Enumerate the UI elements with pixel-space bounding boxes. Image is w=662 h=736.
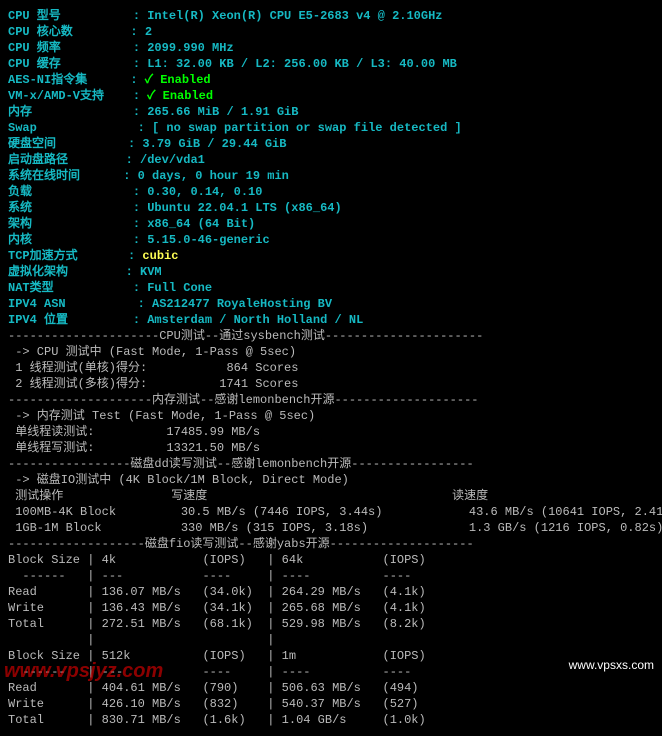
fio-total-512k: Total | 830.71 MB/s (1.6k) | 1.04 GB/s (… (8, 712, 654, 728)
label: 启动盘路径 (8, 153, 126, 167)
label: IPV4 位置 (8, 313, 133, 327)
label: IPV4 ASN (8, 297, 138, 311)
dd-row-1gb: 1GB-1M Block 330 MB/s (315 IOPS, 3.18s) … (8, 520, 654, 536)
value: 2 (145, 25, 152, 39)
label: NAT类型 (8, 281, 133, 295)
label: 架构 (8, 217, 133, 231)
label: CPU 核心数 (8, 25, 130, 39)
value: 2099.990 MHz (147, 41, 233, 55)
label: 虚拟化架构 (8, 265, 126, 279)
value: 5.15.0-46-generic (147, 233, 269, 247)
label: 内存 (8, 105, 133, 119)
value: 0 days, 0 hour 19 min (138, 169, 289, 183)
section-header-mem: --------------------内存测试--感谢lemonbench开源… (8, 392, 654, 408)
label: 硬盘空间 (8, 137, 128, 151)
mem-write: 单线程写测试: 13321.50 MB/s (8, 440, 654, 456)
fio-write-4k: Write | 136.43 MB/s (34.1k) | 265.68 MB/… (8, 600, 654, 616)
cpu-multi-thread: 2 线程测试(多核)得分: 1741 Scores (8, 376, 654, 392)
value: x86_64 (64 Bit) (147, 217, 255, 231)
label: 系统在线时间 (8, 169, 123, 183)
fio-header-4k: Block Size | 4k (IOPS) | 64k (IOPS) (8, 552, 654, 568)
mem-test-mode: -> 内存测试 Test (Fast Mode, 1-Pass @ 5sec) (8, 408, 654, 424)
value: ✓ Enabled (147, 89, 213, 103)
dd-header: 测试操作 写速度 读速度 (8, 488, 654, 504)
value: AS212477 RoyaleHosting BV (152, 297, 332, 311)
label: TCP加速方式 (8, 249, 128, 263)
value: Intel(R) Xeon(R) CPU E5-2683 v4 @ 2.10GH… (147, 9, 442, 23)
value: [ no swap partition or swap file detecte… (152, 121, 462, 135)
section-header-cpu: ---------------------CPU测试--通过sysbench测试… (8, 328, 654, 344)
cpu-test-mode: -> CPU 测试中 (Fast Mode, 1-Pass @ 5sec) (8, 344, 654, 360)
value: L1: 32.00 KB / L2: 256.00 KB / L3: 40.00… (147, 57, 457, 71)
watermark-right: www.vpsxs.com (569, 657, 654, 673)
value: 265.66 MiB / 1.91 GiB (147, 105, 298, 119)
fio-read-4k: Read | 136.07 MB/s (34.0k) | 264.29 MB/s… (8, 584, 654, 600)
value: Amsterdam / North Holland / NL (147, 313, 363, 327)
label: CPU 频率 (8, 41, 133, 55)
section-header-dd: -----------------磁盘dd读写测试--感谢lemonbench开… (8, 456, 654, 472)
label: 内核 (8, 233, 133, 247)
fio-divider: ------ | --- ---- | ---- ---- (8, 568, 654, 584)
value: Ubuntu 22.04.1 LTS (x86_64) (147, 201, 341, 215)
value: KVM (140, 265, 162, 279)
fio-read-512k: Read | 404.61 MB/s (790) | 506.63 MB/s (… (8, 680, 654, 696)
fio-blank: | | (8, 632, 654, 648)
value: 3.79 GiB / 29.44 GiB (142, 137, 286, 151)
fio-write-512k: Write | 426.10 MB/s (832) | 540.37 MB/s … (8, 696, 654, 712)
value: Full Cone (147, 281, 212, 295)
cpu-single-thread: 1 线程测试(单核)得分: 864 Scores (8, 360, 654, 376)
label: VM-x/AMD-V支持 (8, 89, 133, 103)
label: CPU 型号 (8, 9, 133, 23)
label: 系统 (8, 201, 133, 215)
label: CPU 缓存 (8, 57, 133, 71)
label: 负载 (8, 185, 133, 199)
value: ✓ Enabled (145, 73, 211, 87)
mem-read: 单线程读测试: 17485.99 MB/s (8, 424, 654, 440)
value: /dev/vda1 (140, 153, 205, 167)
watermark-left: www.vpsjyz.com (4, 663, 163, 679)
value: cubic (142, 249, 178, 263)
dd-test-mode: -> 磁盘IO测试中 (4K Block/1M Block, Direct Mo… (8, 472, 654, 488)
label: AES-NI指令集 (8, 73, 130, 87)
dd-row-100mb: 100MB-4K Block 30.5 MB/s (7446 IOPS, 3.4… (8, 504, 654, 520)
system-info: CPU 型号 : Intel(R) Xeon(R) CPU E5-2683 v4… (8, 8, 654, 328)
section-header-fio: -------------------磁盘fio读写测试--感谢yabs开源--… (8, 536, 654, 552)
label: Swap (8, 121, 138, 135)
value: 0.30, 0.14, 0.10 (147, 185, 262, 199)
fio-total-4k: Total | 272.51 MB/s (68.1k) | 529.98 MB/… (8, 616, 654, 632)
